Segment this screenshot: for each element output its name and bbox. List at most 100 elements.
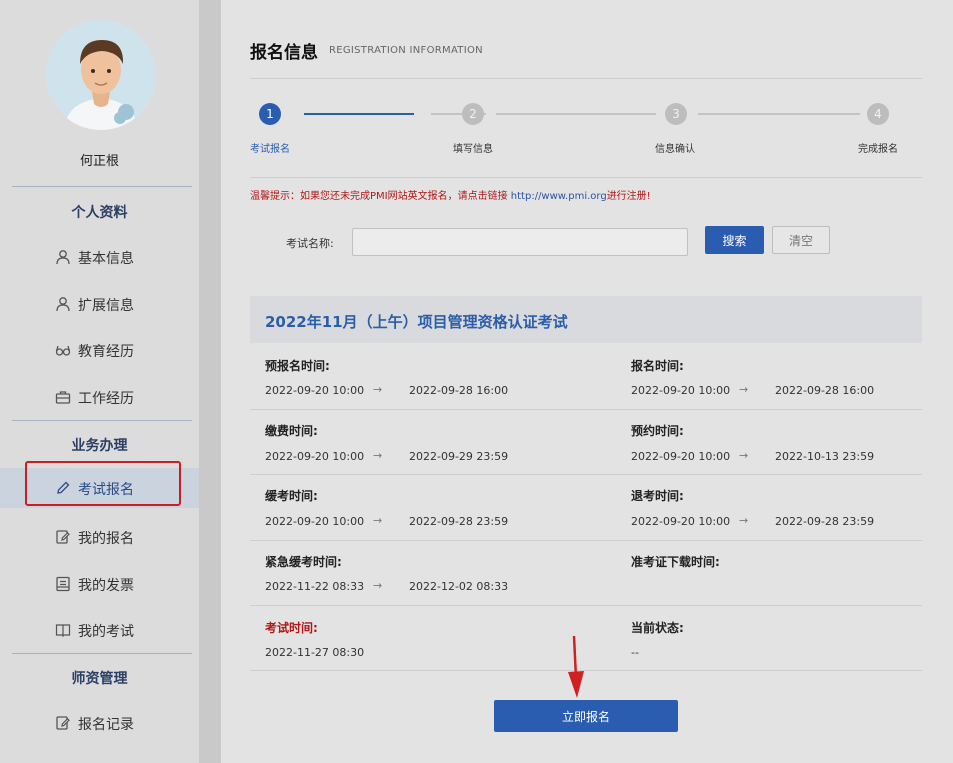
pre-registration-start: 2022-09-20 10:00 — [265, 384, 365, 397]
sidebar-item-label: 我的报名 — [78, 531, 134, 547]
sidebar: 何正根 个人资料 基本信息 扩展信息 教育经历 工作经历 业务办理 考试报名 我… — [0, 0, 199, 763]
urgent-defer-start: 2022-11-22 08:33 — [265, 580, 365, 593]
page-title: 报名信息 — [250, 43, 318, 63]
exam-name-input[interactable] — [352, 228, 688, 256]
arrow-icon: → — [373, 449, 383, 462]
row-divider — [250, 605, 922, 606]
book-icon — [55, 624, 71, 638]
step-1-indicator: 1 — [259, 103, 281, 125]
current-status-value: -- — [631, 646, 639, 659]
pre-registration-label: 预报名时间: — [265, 359, 330, 373]
sidebar-item-label: 工作经历 — [78, 391, 134, 407]
step-2-label: 填写信息 — [453, 144, 493, 155]
sidebar-item-my-exam[interactable]: 我的考试 — [0, 610, 199, 650]
withdraw-end: 2022-09-28 23:59 — [775, 515, 875, 528]
pmi-link[interactable]: http://www.pmi.org — [511, 191, 607, 202]
edit-doc-icon — [56, 530, 70, 544]
sidebar-item-label: 教育经历 — [78, 344, 134, 360]
user-name: 何正根 — [79, 154, 119, 169]
payment-end: 2022-09-29 23:59 — [409, 450, 509, 463]
divider — [250, 78, 922, 79]
warning-notice: 温馨提示：如果您还未完成PMI网站英文报名，请点击链接 http://www.p… — [250, 187, 651, 202]
pre-registration-end: 2022-09-28 16:00 — [409, 384, 509, 397]
user-icon — [56, 250, 70, 265]
current-status-label: 当前状态: — [631, 621, 684, 635]
sidebar-item-label: 基本信息 — [78, 251, 134, 267]
registration-end: 2022-09-28 16:00 — [775, 384, 875, 397]
user-icon — [56, 297, 70, 312]
section-title-credential: 师资管理 — [71, 671, 128, 687]
section-divider — [12, 653, 192, 654]
exam-name-label: 考试名称: — [286, 237, 334, 250]
search-button[interactable]: 搜索 — [705, 226, 764, 254]
arrow-icon: → — [373, 579, 383, 592]
arrow-icon: → — [739, 383, 749, 396]
step-connector-done — [304, 113, 414, 115]
defer-start: 2022-09-20 10:00 — [265, 515, 365, 528]
exam-card-header: 2022年11月（上午）项目管理资格认证考试 — [250, 296, 922, 343]
step-4-label: 完成报名 — [858, 144, 898, 155]
payment-start: 2022-09-20 10:00 — [265, 450, 365, 463]
avatar — [46, 20, 156, 130]
defer-label: 缓考时间: — [265, 489, 318, 503]
appointment-label: 预约时间: — [631, 424, 684, 438]
step-3-indicator: 3 — [665, 103, 687, 125]
clear-button[interactable]: 清空 — [772, 226, 830, 254]
divider — [250, 177, 922, 178]
edit-doc-icon — [56, 716, 70, 730]
withdraw-label: 退考时间: — [631, 489, 684, 503]
step-2-indicator: 2 — [462, 103, 484, 125]
step-connector — [698, 113, 860, 115]
appointment-start: 2022-09-20 10:00 — [631, 450, 731, 463]
appointment-end: 2022-10-13 23:59 — [775, 450, 875, 463]
warning-suffix: 进行注册! — [606, 191, 651, 202]
briefcase-icon — [55, 391, 71, 404]
sidebar-item-label: 扩展信息 — [78, 298, 134, 314]
section-title-business: 业务办理 — [71, 438, 128, 454]
sidebar-gutter — [199, 0, 221, 763]
registration-start: 2022-09-20 10:00 — [631, 384, 731, 397]
step-4-indicator: 4 — [867, 103, 889, 125]
invoice-icon — [56, 576, 70, 592]
payment-label: 缴费时间: — [265, 424, 318, 438]
sidebar-item-extended-info[interactable]: 扩展信息 — [0, 284, 199, 324]
highlight-box — [25, 461, 181, 506]
exam-time-label: 考试时间: — [265, 621, 318, 635]
row-divider — [250, 540, 922, 541]
sidebar-item-work[interactable]: 工作经历 — [0, 377, 199, 417]
section-divider — [12, 186, 192, 187]
arrow-icon: → — [373, 383, 383, 396]
exam-title: 2022年11月（上午）项目管理资格认证考试 — [265, 313, 568, 331]
sidebar-item-my-invoice[interactable]: 我的发票 — [0, 564, 199, 604]
warning-text: 温馨提示：如果您还未完成PMI网站英文报名，请点击链接 — [250, 191, 511, 202]
admission-ticket-label: 准考证下载时间: — [631, 555, 720, 569]
register-now-button[interactable]: 立即报名 — [494, 700, 678, 732]
arrow-icon: → — [739, 514, 749, 527]
sidebar-item-my-registration[interactable]: 我的报名 — [0, 517, 199, 557]
exam-time-value: 2022-11-27 08:30 — [265, 646, 365, 659]
step-1-label: 考试报名 — [250, 144, 290, 155]
page-subtitle: REGISTRATION INFORMATION — [329, 45, 483, 56]
step-connector — [496, 113, 656, 115]
row-divider — [250, 474, 922, 475]
sidebar-item-basic-info[interactable]: 基本信息 — [0, 237, 199, 277]
section-divider — [12, 420, 192, 421]
urgent-defer-end: 2022-12-02 08:33 — [409, 580, 509, 593]
arrow-icon: → — [373, 514, 383, 527]
sidebar-item-label: 我的发票 — [78, 578, 134, 594]
sidebar-item-label: 我的考试 — [78, 624, 134, 640]
defer-end: 2022-09-28 23:59 — [409, 515, 509, 528]
sidebar-item-registration-records[interactable]: 报名记录 — [0, 703, 199, 743]
row-divider — [250, 409, 922, 410]
step-3-label: 信息确认 — [655, 144, 695, 155]
withdraw-start: 2022-09-20 10:00 — [631, 515, 731, 528]
registration-label: 报名时间: — [631, 359, 684, 373]
main-panel: 报名信息 REGISTRATION INFORMATION 1 2 3 4 考试… — [221, 0, 953, 763]
sidebar-item-education[interactable]: 教育经历 — [0, 330, 199, 370]
glasses-icon — [55, 345, 71, 356]
arrow-icon: → — [739, 449, 749, 462]
section-title-profile: 个人资料 — [71, 205, 128, 221]
urgent-defer-label: 紧急缓考时间: — [265, 555, 342, 569]
row-divider — [250, 670, 922, 671]
sidebar-item-label: 报名记录 — [78, 717, 134, 733]
